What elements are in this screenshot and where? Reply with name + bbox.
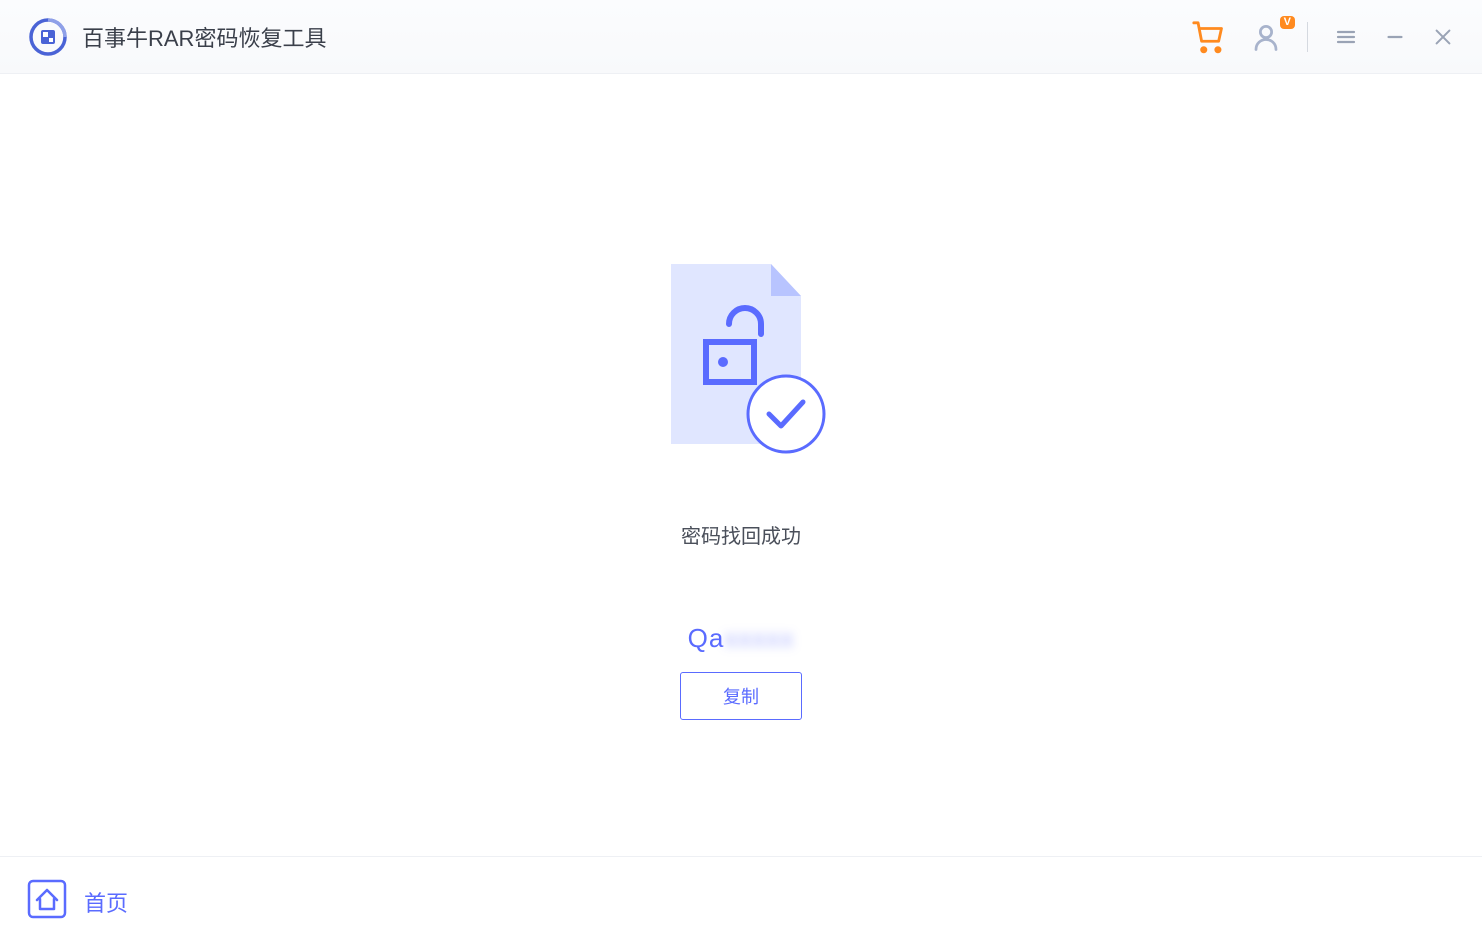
app-title: 百事牛RAR密码恢复工具 <box>82 21 326 53</box>
recovered-password: Qaxxxxx <box>688 623 795 654</box>
copy-button[interactable]: 复制 <box>680 672 802 720</box>
titlebar-right: V <box>1191 20 1454 54</box>
app-logo-icon <box>28 17 68 57</box>
footer: 首页 <box>0 856 1482 946</box>
success-illustration-icon <box>651 264 831 464</box>
titlebar: 百事牛RAR密码恢复工具 V <box>0 0 1482 74</box>
home-link[interactable]: 首页 <box>26 878 128 925</box>
titlebar-left: 百事牛RAR密码恢复工具 <box>28 17 326 57</box>
minimize-icon[interactable] <box>1384 26 1406 48</box>
account-icon[interactable]: V <box>1251 22 1281 52</box>
cart-icon[interactable] <box>1191 20 1225 54</box>
close-icon[interactable] <box>1432 26 1454 48</box>
password-hidden-part: xxxxx <box>724 623 794 653</box>
password-visible-part: Qa <box>688 623 725 653</box>
home-icon <box>26 878 68 925</box>
main-content: 密码找回成功 Qaxxxxx 复制 <box>0 74 1482 856</box>
status-text: 密码找回成功 <box>681 520 801 549</box>
home-label: 首页 <box>84 886 128 918</box>
divider <box>1307 22 1308 52</box>
menu-icon[interactable] <box>1334 25 1358 49</box>
vip-badge: V <box>1280 16 1295 29</box>
